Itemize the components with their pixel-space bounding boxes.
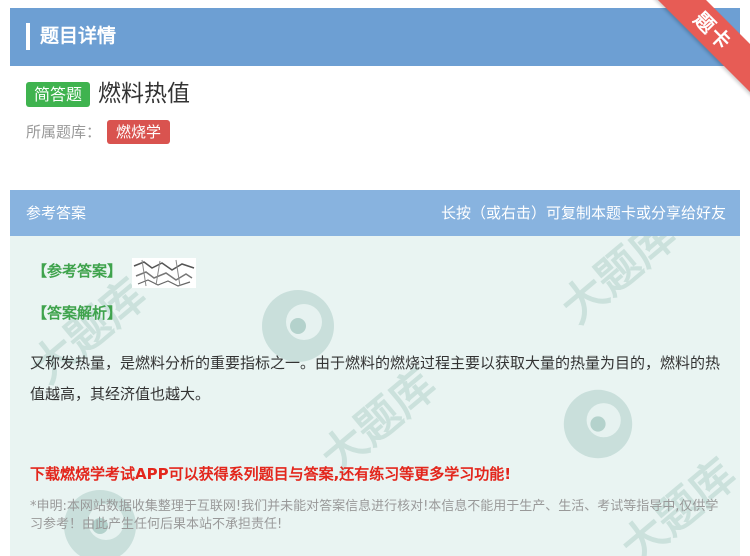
library-label: 所属题库： [26, 123, 102, 141]
analysis-label: 【答案解析】 [32, 304, 123, 322]
header-accent-bar [26, 23, 30, 50]
analysis-text: 又称发热量，是燃料分析的重要指标之一。由于燃料的燃烧过程主要以获取大量的热量为目… [30, 354, 721, 403]
ribbon-label: 题卡 [650, 0, 750, 97]
watermark: 大题库 [551, 236, 686, 334]
page-title: 题目详情 [40, 25, 117, 47]
question-title: 燃料热值 [98, 81, 191, 107]
page-header: 题目详情 [10, 8, 740, 66]
answer-noise-image [132, 258, 196, 288]
copy-share-hint: 长按（或右击）可复制本题卡或分享给好友 [440, 204, 726, 222]
library-row: 所属题库： 燃烧学 [26, 120, 171, 144]
answer-header: 参考答案 长按（或右击）可复制本题卡或分享给好友 [10, 190, 740, 236]
app-download-link[interactable]: 下载燃烧学考试APP可以获得系列题目与答案,还有练习等更多学习功能! [30, 462, 511, 486]
answer-body: 大题库 大题库 大题库 大题库 【参考答案】 【答案解析】 又称发热量，是燃料分… [10, 236, 740, 556]
library-tag-link[interactable]: 燃烧学 [107, 120, 171, 144]
disclaimer-text: *申明:本网站数据收集整理于互联网!我们并未能对答案信息进行核对!本信息不能用于… [30, 499, 719, 532]
question-type-badge: 简答题 [26, 81, 91, 107]
reference-answer-label: 【参考答案】 [32, 262, 123, 280]
answer-header-title: 参考答案 [26, 204, 87, 222]
corner-ribbon: 题卡 [650, 0, 750, 100]
question-title-row: 简答题 燃料热值 [26, 80, 190, 108]
